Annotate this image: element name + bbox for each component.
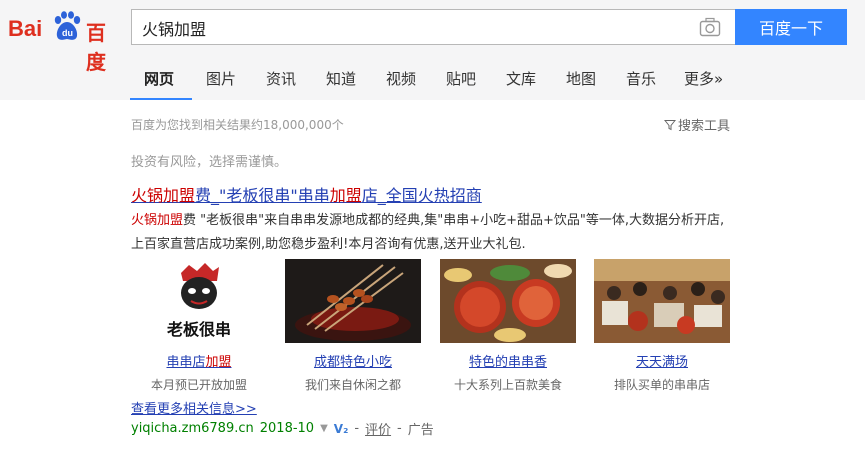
thumb-caption-link[interactable]: 串串店加盟 <box>131 351 267 370</box>
active-tab-indicator <box>130 98 192 100</box>
thumb-card[interactable]: 天天满场 排队买单的串串店 <box>594 259 730 393</box>
camera-icon[interactable] <box>699 17 721 37</box>
thumb-image-logo[interactable]: 老板很串 <box>131 259 267 343</box>
tab-tieba[interactable]: 贴吧 <box>446 68 476 89</box>
tab-news[interactable]: 资讯 <box>266 68 296 89</box>
thumb-subtitle: 排队买单的串串店 <box>613 378 710 392</box>
title-highlight-1: 火锅加盟 <box>131 186 196 205</box>
tab-more[interactable]: 更多» <box>684 68 723 89</box>
logo-baidu-cn: 百度 <box>86 21 106 74</box>
thumb-image-skewers[interactable] <box>285 259 421 343</box>
search-tools-button[interactable]: 搜索工具 <box>664 115 730 134</box>
desc-highlight: 火锅加盟 <box>131 213 184 228</box>
tab-wenku[interactable]: 文库 <box>506 68 536 89</box>
thumb-caption-link[interactable]: 天天满场 <box>594 351 730 370</box>
tab-images[interactable]: 图片 <box>206 68 236 89</box>
separator: - <box>397 421 402 436</box>
desc-text: 费 "老板很串"来自串串发源地成都的经典,集"串串+小吃+甜品+饮品"等一体,大… <box>131 213 725 252</box>
result-stats: 百度为您找到相关结果约18,000,000个 <box>131 118 344 132</box>
thumb-subtitle: 十大系列上百款美食 <box>453 378 562 392</box>
search-tabs: 网页 图片 资讯 知道 视频 贴吧 文库 地图 音乐 更多» <box>126 60 826 100</box>
logo-du-text: du <box>62 28 73 38</box>
tab-zhidao[interactable]: 知道 <box>326 68 356 89</box>
thumb-image-crowded-restaurant[interactable] <box>594 259 730 343</box>
v2-badge[interactable]: V₂ <box>334 422 349 436</box>
risk-notice: 投资有风险，选择需谨慎。 <box>131 155 288 170</box>
result-description: 火锅加盟费 "老板很串"来自串串发源地成都的经典,集"串串+小吃+甜品+饮品"等… <box>131 209 736 257</box>
ad-label: 广告 <box>407 423 434 438</box>
thumb-card[interactable]: 老板很串 串串店加盟 本月预已开放加盟 <box>131 259 267 393</box>
filter-icon <box>664 119 676 130</box>
search-button[interactable]: 百度一下 <box>735 9 847 45</box>
more-info-link[interactable]: 查看更多相关信息>> <box>131 398 257 417</box>
tab-web[interactable]: 网页 <box>144 68 174 89</box>
search-tools-label: 搜索工具 <box>678 119 731 134</box>
thumb-caption-link[interactable]: 特色的串串香 <box>440 351 576 370</box>
thumb-image-hotpot-table[interactable] <box>440 259 576 343</box>
tab-music[interactable]: 音乐 <box>626 68 656 89</box>
separator: - <box>354 421 360 436</box>
thumb-card[interactable]: 成都特色小吃 我们来自休闲之都 <box>285 259 421 393</box>
dropdown-arrow-icon[interactable]: ▼ <box>320 423 328 434</box>
thumb-caption-text: 串串店 <box>166 355 206 370</box>
logo-brand-text: 老板很串 <box>166 320 231 339</box>
title-highlight-2: 加盟 <box>329 186 362 205</box>
thumb-subtitle: 本月预已开放加盟 <box>150 378 247 392</box>
image-thumbnails: 老板很串 串串店加盟 本月预已开放加盟 成都特色小吃 我们来自休闲之都 特色的串… <box>131 259 731 393</box>
thumb-card[interactable]: 特色的串串香 十大系列上百款美食 <box>440 259 576 393</box>
thumb-caption-highlight: 加盟 <box>205 355 232 370</box>
tab-video[interactable]: 视频 <box>386 68 416 89</box>
logo-bai-text: Bai <box>8 16 43 41</box>
result-date: 2018-10 <box>259 421 315 436</box>
thumb-subtitle: 我们来自休闲之都 <box>304 378 401 392</box>
tab-map[interactable]: 地图 <box>566 68 596 89</box>
search-input[interactable] <box>140 14 684 42</box>
header-bar: Bai du 百度 百度一下 网页 图片 资讯 知道 视频 贴吧 文库 地图 音… <box>0 0 865 100</box>
title-text-1: 费_"老板很串"串串 <box>195 186 330 205</box>
result-title-link[interactable]: 火锅加盟费_"老板很串"串串加盟店_全国火热招商 <box>131 182 482 206</box>
result-url[interactable]: yiqicha.zm6789.cn <box>131 421 254 436</box>
search-box <box>131 9 735 45</box>
result-footer: yiqicha.zm6789.cn 2018-10 ▼ V₂ - 评价 - 广告 <box>131 419 434 438</box>
baidu-logo[interactable]: Bai du 百度 <box>8 8 123 74</box>
title-text-2: 店_全国火热招商 <box>361 186 482 205</box>
thumb-caption-link[interactable]: 成都特色小吃 <box>285 351 421 370</box>
evaluate-link[interactable]: 评价 <box>365 419 391 438</box>
